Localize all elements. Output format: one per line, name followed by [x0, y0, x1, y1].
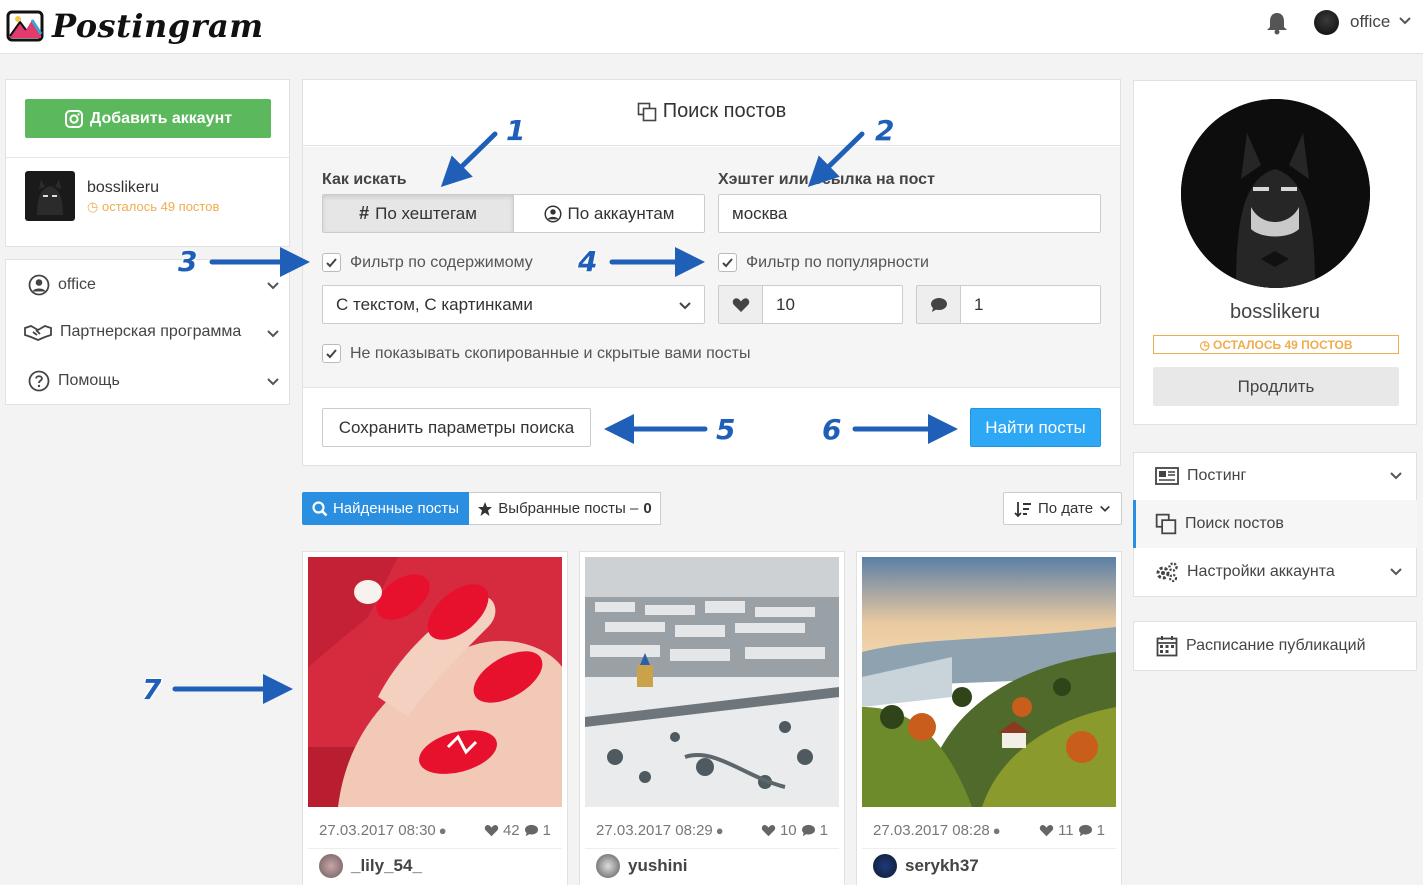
arrow-2	[807, 131, 865, 187]
annotation-3: 3	[178, 245, 198, 278]
annotation-1: 1	[506, 114, 526, 147]
annotation-5: 5	[716, 413, 736, 446]
annotation-2: 2	[875, 114, 895, 147]
annotation-7: 7	[142, 673, 162, 706]
annotation-arrows	[172, 131, 958, 704]
arrow-1	[440, 131, 498, 187]
annotation-6: 6	[822, 413, 842, 446]
annotation-4: 4	[578, 245, 598, 278]
